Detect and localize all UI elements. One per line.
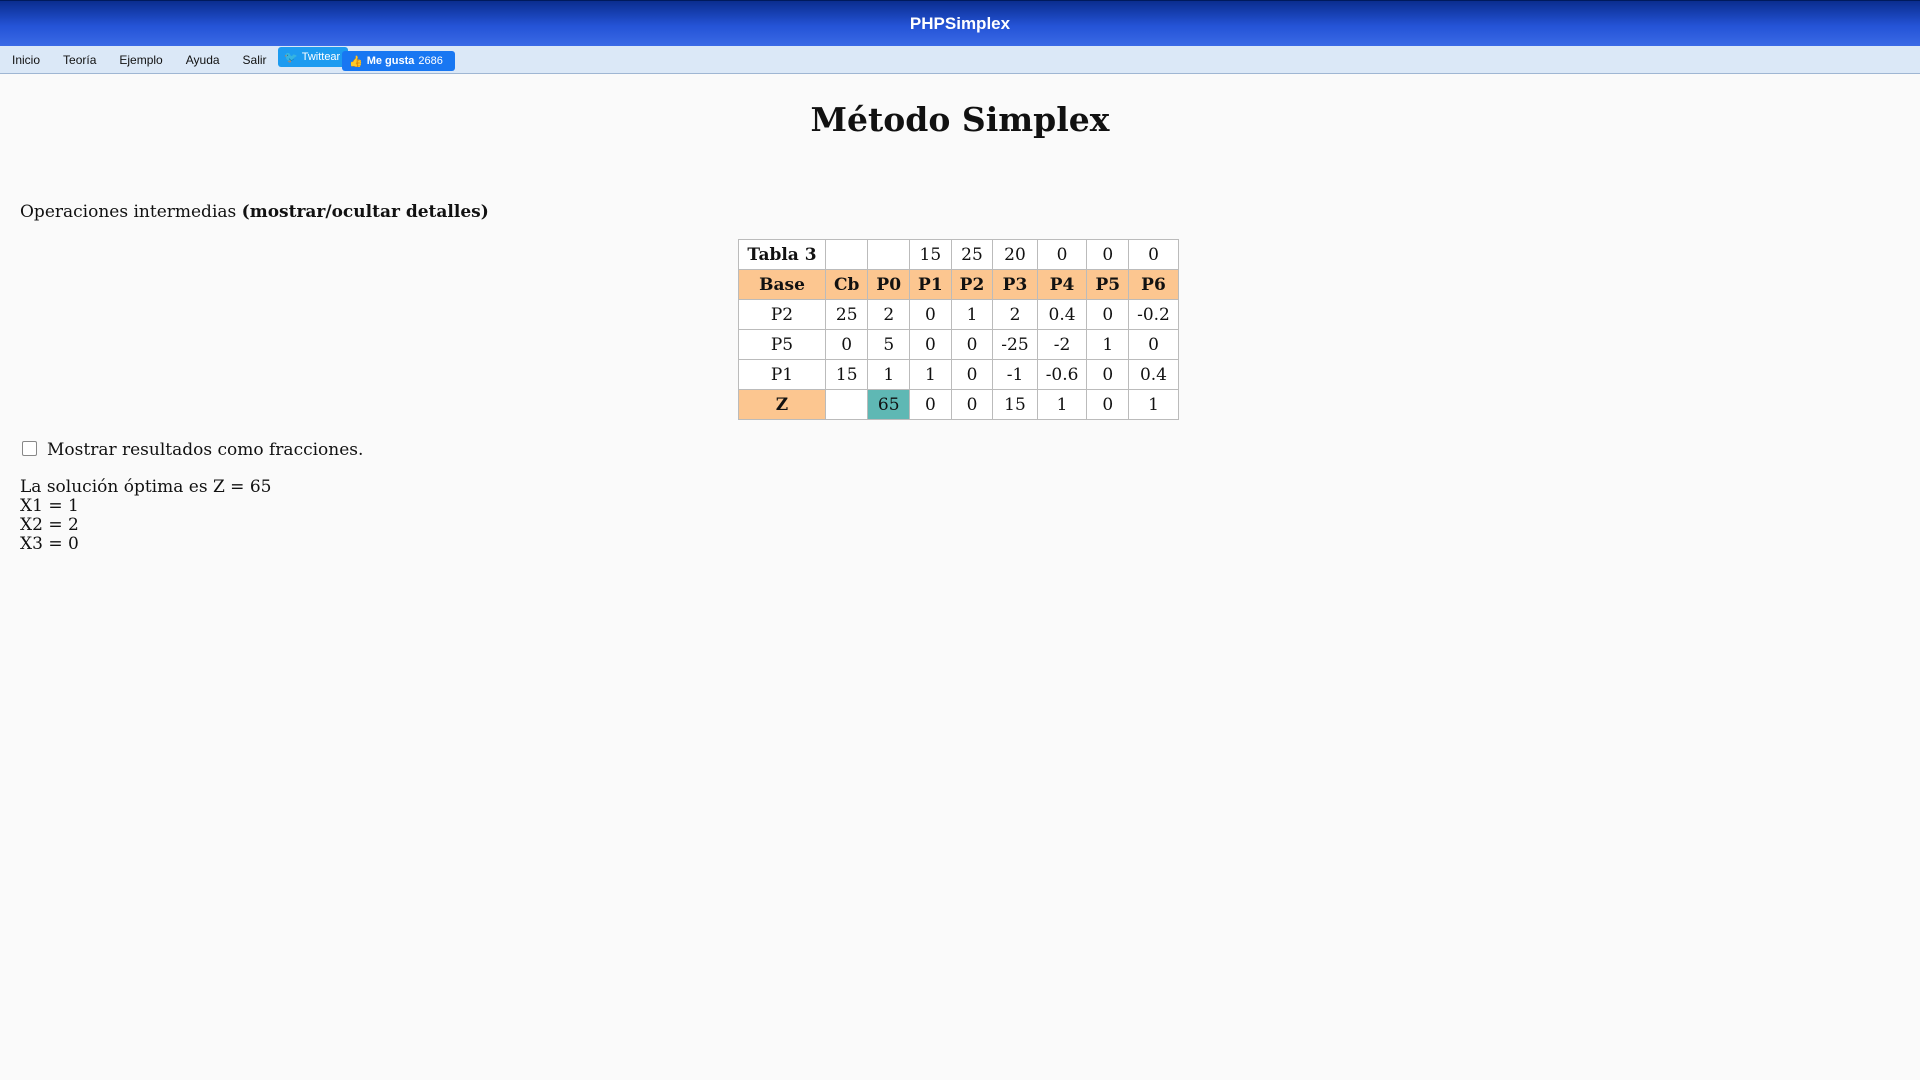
cost-cell — [824, 239, 869, 270]
fraction-checkbox[interactable] — [22, 441, 37, 456]
menu-bar: Inicio Teoría Ejemplo Ayuda Salir 🐦 Twit… — [0, 46, 1920, 74]
table-cell: 0 — [950, 359, 994, 390]
table-cell: -25 — [992, 329, 1038, 360]
twitter-label: Twittear — [301, 51, 341, 63]
table-cell: 1 — [909, 359, 952, 390]
menu-item-inicio[interactable]: Inicio — [12, 53, 40, 67]
header-cell: P0 — [867, 269, 911, 300]
table-cell: 2 — [867, 299, 911, 330]
fraction-label: Mostrar resultados como fracciones. — [47, 440, 364, 460]
z-label-cell: Z — [738, 389, 826, 420]
twitter-button[interactable]: 🐦 Twittear — [278, 47, 348, 67]
table-cell: P1 — [738, 359, 826, 390]
z-cell: 0 — [1086, 389, 1130, 420]
table-cell: 0 — [1128, 329, 1179, 360]
table-title-cell: Tabla 3 — [738, 239, 826, 270]
z-cell: 15 — [992, 389, 1038, 420]
table-cell: 0.4 — [1036, 299, 1088, 330]
menu-item-ejemplo[interactable]: Ejemplo — [119, 53, 162, 67]
table-cell: 0 — [909, 299, 952, 330]
table-cell: 0 — [950, 329, 994, 360]
table-cell: 2 — [992, 299, 1038, 330]
page-title: Método Simplex — [810, 100, 1110, 139]
like-label: Me gusta — [366, 55, 415, 67]
z-cell: 1 — [1036, 389, 1088, 420]
thumbs-up-icon: 👍 — [349, 55, 363, 68]
table-cell: -1 — [992, 359, 1038, 390]
table-cell: 0 — [1086, 299, 1130, 330]
operations-row: Operaciones intermedias (mostrar/ocultar… — [20, 202, 1920, 222]
table-cell: 1 — [867, 359, 911, 390]
header-cell: Base — [738, 269, 826, 300]
table-cell: P5 — [738, 329, 826, 360]
header-cell: P1 — [909, 269, 952, 300]
facebook-like-button[interactable]: 👍 Me gusta 2686 — [342, 51, 455, 71]
cost-cell: 25 — [950, 239, 994, 270]
app-title: PHPSimplex — [909, 13, 1011, 33]
solution-line: La solución óptima es Z = 65 — [20, 477, 272, 497]
z-cell: 0 — [950, 389, 994, 420]
solution-var: X3 = 0 — [20, 534, 79, 554]
table-cell: 0.4 — [1128, 359, 1179, 390]
cost-cell: 0 — [1128, 239, 1179, 270]
table-cell: 15 — [824, 359, 869, 390]
table-cell: 1 — [1086, 329, 1130, 360]
cost-cell — [867, 239, 911, 270]
table-cell: 5 — [867, 329, 911, 360]
table-cell: -0.2 — [1128, 299, 1179, 330]
z-cell: 1 — [1128, 389, 1179, 420]
fraction-option: Mostrar resultados como fracciones. — [22, 440, 1920, 460]
table-row: P5 0 5 0 0 -25 -2 1 0 — [738, 329, 1179, 360]
table-z-row: Z 65 0 0 15 1 0 1 — [738, 389, 1179, 420]
z-cell — [824, 389, 869, 420]
cost-cell: 0 — [1086, 239, 1130, 270]
solution-block: La solución óptima es Z = 65 X1 = 1 X2 =… — [20, 478, 1920, 554]
menu-item-salir[interactable]: Salir — [243, 53, 267, 67]
menu-item-teoria[interactable]: Teoría — [63, 53, 96, 67]
table-cell: 0 — [909, 329, 952, 360]
table-row: P1 15 1 1 0 -1 -0.6 0 0.4 — [738, 359, 1179, 390]
table-row: P2 25 2 0 1 2 0.4 0 -0.2 — [738, 299, 1179, 330]
header-cell: P3 — [992, 269, 1038, 300]
table-cell: 0 — [824, 329, 869, 360]
table-cell: P2 — [738, 299, 826, 330]
menu-item-ayuda[interactable]: Ayuda — [186, 53, 220, 67]
cost-cell: 0 — [1036, 239, 1088, 270]
table-cell: 1 — [950, 299, 994, 330]
header-cell: P5 — [1086, 269, 1130, 300]
table-cell: -2 — [1036, 329, 1088, 360]
toggle-details-link[interactable]: (mostrar/ocultar detalles) — [242, 202, 489, 222]
header-cell: P4 — [1036, 269, 1088, 300]
z-value-cell: 65 — [867, 389, 911, 420]
table-cell: 0 — [1086, 359, 1130, 390]
table-cost-row: Tabla 3 15 25 20 0 0 0 — [738, 239, 1179, 270]
header-cell: P6 — [1128, 269, 1179, 300]
table-cell: 25 — [824, 299, 869, 330]
header-cell: Cb — [824, 269, 869, 300]
cost-cell: 20 — [992, 239, 1038, 270]
like-count: 2686 — [418, 55, 443, 67]
simplex-table: Tabla 3 15 25 20 0 0 0 Base Cb P0 P1 P2 P3 P4 P5 P6 P2 25… — [738, 239, 1179, 420]
z-cell: 0 — [909, 389, 952, 420]
solution-var: X1 = 1 — [20, 496, 79, 516]
cost-cell: 15 — [909, 239, 952, 270]
twitter-bird-icon: 🐦 — [284, 51, 298, 64]
solution-var: X2 = 2 — [20, 515, 79, 535]
table-header-row: Base Cb P0 P1 P2 P3 P4 P5 P6 — [738, 269, 1179, 300]
app-title-bar: PHPSimplex — [0, 0, 1920, 46]
header-cell: P2 — [950, 269, 994, 300]
table-cell: -0.6 — [1036, 359, 1088, 390]
operations-label: Operaciones intermedias — [20, 202, 237, 222]
